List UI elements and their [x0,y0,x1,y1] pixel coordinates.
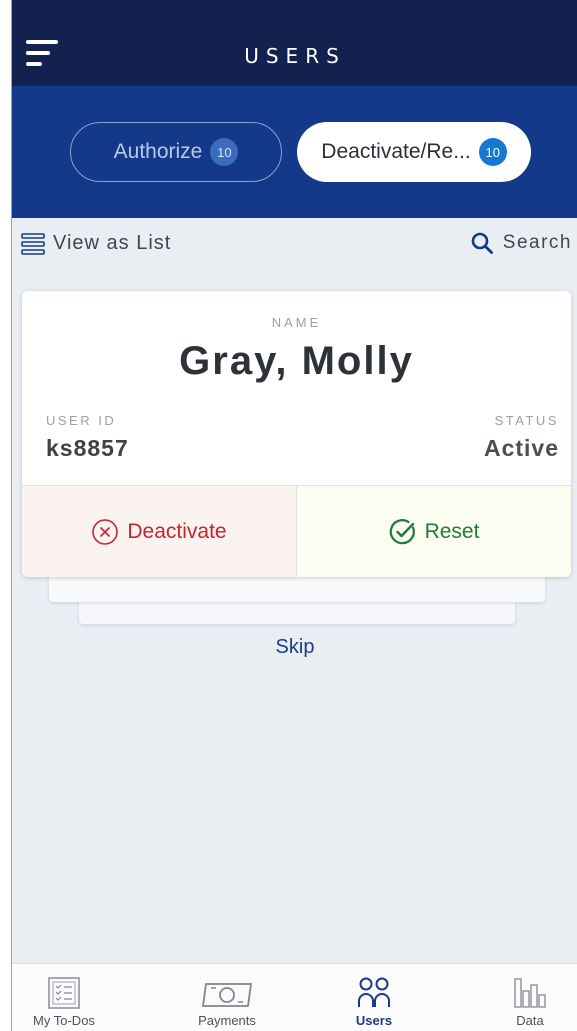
check-circle-icon [389,518,415,544]
name-label: NAME [271,315,322,330]
deactivate-button[interactable]: Deactivate [22,485,296,577]
user-id-value: ks8857 [46,435,129,461]
top-bar: USERS [12,0,577,86]
reset-label: Reset [424,519,480,543]
reset-button[interactable]: Reset [296,485,571,577]
checklist-icon [48,977,80,1009]
users-icon [358,977,390,1007]
search-icon [471,232,493,254]
nav-payments[interactable]: Payments [172,964,282,1031]
nav-users[interactable]: Users [326,964,422,1031]
nav-payments-label: Payments [198,1013,256,1028]
app-screen: USERS Authorize 10 Deactivate/Re... 10 V… [11,0,577,1031]
nav-users-label: Users [355,1013,393,1028]
tab-authorize[interactable]: Authorize 10 [70,122,282,182]
status-value: Active [483,435,559,461]
user-name: Gray, Molly [179,339,414,383]
tab-authorize-label: Authorize [113,140,203,163]
list-icon [21,232,45,255]
bottom-nav: My To-Dos Payments Users Data [12,963,577,1031]
money-icon [201,983,253,1007]
tab-deactivate-reset-count-badge: 10 [478,138,507,166]
user-card: NAME Gray, Molly USER ID ks8857 STATUS A… [22,291,571,577]
search-label: Search [502,232,572,253]
x-circle-icon [92,518,119,545]
tab-deactivate-reset-label: Deactivate/Re... [321,140,471,163]
tab-bar: Authorize 10 Deactivate/Re... 10 [12,86,577,218]
toolbar-row: View as List Search [12,224,577,266]
search-button[interactable]: Search [471,232,572,254]
bar-chart-icon [514,978,546,1008]
status-label: STATUS [494,413,559,428]
nav-my-todos-label: My To-Dos [33,1013,95,1028]
view-as-list-label: View as List [53,232,172,254]
page-title: USERS [244,44,346,68]
nav-data[interactable]: Data [482,964,577,1031]
skip-button[interactable]: Skip [12,636,577,659]
view-as-list-button[interactable]: View as List [21,232,171,255]
tab-deactivate-reset[interactable]: Deactivate/Re... 10 [297,122,531,182]
deactivate-label: Deactivate [127,519,227,543]
nav-my-todos[interactable]: My To-Dos [12,964,116,1031]
nav-data-label: Data [516,1013,544,1028]
tab-authorize-count-badge: 10 [210,138,239,166]
user-id-label: USER ID [46,413,117,428]
